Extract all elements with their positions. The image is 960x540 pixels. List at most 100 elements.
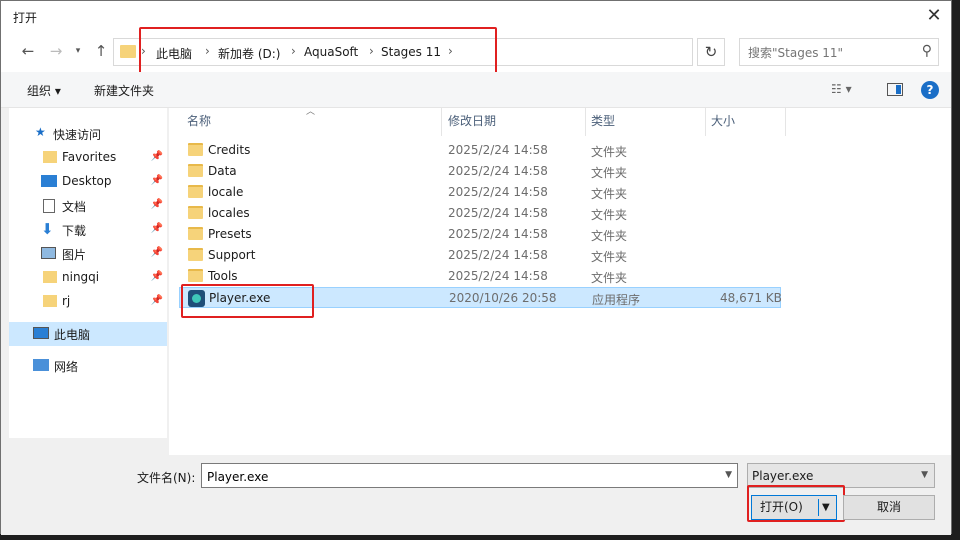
forward-arrow-icon[interactable]: → — [45, 42, 67, 62]
navigation-pane: ★ 快速访问 Favorites 📌 Desktop 📌 文档 📌 ⬇ 下载 📌… — [9, 108, 167, 438]
chevron-down-icon[interactable]: ▼ — [921, 470, 928, 480]
folder-icon — [188, 185, 203, 198]
up-arrow-icon[interactable]: ↑ — [90, 42, 112, 62]
pin-icon[interactable]: 📌 — [151, 151, 163, 162]
sidebar-item-label: 下载 — [62, 224, 87, 238]
back-arrow-icon[interactable]: ← — [17, 42, 39, 62]
pin-icon[interactable]: 📌 — [151, 175, 163, 186]
column-header-size[interactable]: 大小 — [711, 112, 735, 129]
file-type: 文件夹 — [591, 166, 628, 180]
highlight-box — [747, 485, 845, 522]
network-icon — [33, 359, 49, 371]
column-header-modified[interactable]: 修改日期 — [448, 112, 496, 129]
file-modified: 2025/2/24 14:58 — [448, 164, 548, 178]
file-type: 文件夹 — [591, 187, 628, 201]
column-divider[interactable] — [585, 108, 586, 136]
sidebar-item-rj[interactable]: rj 📌 — [9, 290, 167, 314]
sidebar-item-label: ningqi — [62, 270, 100, 284]
filename-input[interactable] — [205, 467, 709, 487]
sidebar-item-desktop[interactable]: Desktop 📌 — [9, 170, 167, 194]
view-options-icon[interactable]: ☷ ▾ — [831, 82, 852, 96]
organize-menu[interactable]: 组织 ▾ — [27, 82, 61, 99]
folder-icon — [43, 271, 57, 283]
sidebar-item-quick-access[interactable]: ★ 快速访问 — [9, 122, 167, 146]
sidebar-item-label: rj — [62, 294, 71, 308]
column-divider[interactable] — [705, 108, 706, 136]
file-row-support[interactable]: Support 2025/2/24 14:58 文件夹 — [179, 245, 781, 266]
refresh-icon[interactable]: ↻ — [697, 38, 725, 66]
star-icon: ★ — [35, 125, 46, 139]
file-row-locale[interactable]: locale 2025/2/24 14:58 文件夹 — [179, 182, 781, 203]
filename-label: 文件名(N): — [137, 471, 196, 485]
pin-icon[interactable]: 📌 — [151, 223, 163, 234]
sort-ascending-icon: ︿ — [306, 107, 316, 117]
sidebar-item-ningqi[interactable]: ningqi 📌 — [9, 266, 167, 290]
file-row-credits[interactable]: Credits 2025/2/24 14:58 文件夹 — [179, 140, 781, 161]
pin-icon[interactable]: 📌 — [151, 247, 163, 258]
search-icon[interactable]: ⚲ — [922, 43, 932, 59]
cancel-button[interactable]: 取消 — [843, 495, 935, 520]
sidebar-item-label: 网络 — [54, 360, 79, 374]
folder-icon — [43, 151, 57, 163]
file-type: 文件夹 — [591, 250, 628, 264]
file-size: 48,671 KB — [720, 291, 782, 305]
open-file-dialog: 打开 ✕ ← → ▾ ↑ › 此电脑 › 新加卷 (D:) › AquaSoft… — [0, 0, 952, 535]
chevron-down-icon[interactable]: ▾ — [67, 46, 89, 66]
file-row-presets[interactable]: Presets 2025/2/24 14:58 文件夹 — [179, 224, 781, 245]
file-modified: 2025/2/24 14:58 — [448, 248, 548, 262]
pin-icon[interactable]: 📌 — [151, 199, 163, 210]
preview-pane-icon[interactable] — [887, 83, 903, 96]
file-row-locales[interactable]: locales 2025/2/24 14:58 文件夹 — [179, 203, 781, 224]
computer-icon — [33, 327, 49, 339]
folder-icon — [188, 143, 203, 156]
pin-icon[interactable]: 📌 — [151, 295, 163, 306]
chevron-down-icon[interactable]: ▼ — [725, 470, 732, 480]
sidebar-item-label: 快速访问 — [53, 128, 102, 142]
column-divider[interactable] — [785, 108, 786, 136]
file-name: Support — [208, 248, 256, 262]
window-title: 打开 — [13, 11, 38, 25]
file-name: Tools — [208, 269, 238, 283]
column-header-type[interactable]: 类型 — [591, 112, 615, 129]
sidebar-item-downloads[interactable]: ⬇ 下载 📌 — [9, 218, 167, 242]
highlight-box — [139, 27, 497, 78]
sidebar-item-pictures[interactable]: 图片 📌 — [9, 242, 167, 266]
column-divider[interactable] — [441, 108, 442, 136]
sidebar-item-network[interactable]: 网络 — [9, 354, 167, 378]
sidebar-item-label: Desktop — [62, 174, 112, 188]
close-icon[interactable]: ✕ — [923, 5, 945, 27]
folder-icon — [188, 248, 203, 261]
download-icon: ⬇ — [41, 220, 54, 238]
help-icon[interactable]: ? — [921, 81, 939, 99]
file-type: 文件夹 — [591, 229, 628, 243]
search-box[interactable]: ⚲ — [739, 38, 939, 66]
file-row-data[interactable]: Data 2025/2/24 14:58 文件夹 — [179, 161, 781, 182]
sidebar-item-documents[interactable]: 文档 📌 — [9, 194, 167, 218]
file-name: Data — [208, 164, 237, 178]
folder-icon — [188, 206, 203, 219]
file-name: locale — [208, 185, 244, 199]
folder-icon — [188, 227, 203, 240]
folder-icon — [43, 295, 57, 307]
file-name: locales — [208, 206, 250, 220]
column-header-name[interactable]: 名称 — [187, 112, 211, 129]
new-folder-button[interactable]: 新建文件夹 — [94, 82, 154, 99]
desktop-icon — [41, 175, 57, 187]
dialog-footer: 文件名(N): ▼ Player.exe ▼ 打开(O) ▼ 取消 — [1, 455, 951, 535]
search-input[interactable] — [746, 43, 915, 63]
file-type: 文件夹 — [591, 271, 628, 285]
pin-icon[interactable]: 📌 — [151, 271, 163, 282]
file-type: 应用程序 — [592, 293, 641, 307]
file-type-filter-value: Player.exe — [752, 469, 814, 483]
pictures-icon — [41, 247, 56, 259]
file-type: 文件夹 — [591, 208, 628, 222]
highlight-box — [181, 284, 314, 318]
sidebar-item-label: 图片 — [62, 248, 87, 262]
sidebar-item-label: Favorites — [62, 150, 117, 164]
sidebar-item-this-pc[interactable]: 此电脑 — [9, 322, 167, 346]
filename-combobox[interactable]: ▼ — [201, 463, 738, 488]
file-name: Credits — [208, 143, 251, 157]
file-modified: 2025/2/24 14:58 — [448, 227, 548, 241]
navigation-bar: ← → ▾ ↑ › 此电脑 › 新加卷 (D:) › AquaSoft › St… — [1, 27, 951, 78]
sidebar-item-favorites[interactable]: Favorites 📌 — [9, 146, 167, 170]
